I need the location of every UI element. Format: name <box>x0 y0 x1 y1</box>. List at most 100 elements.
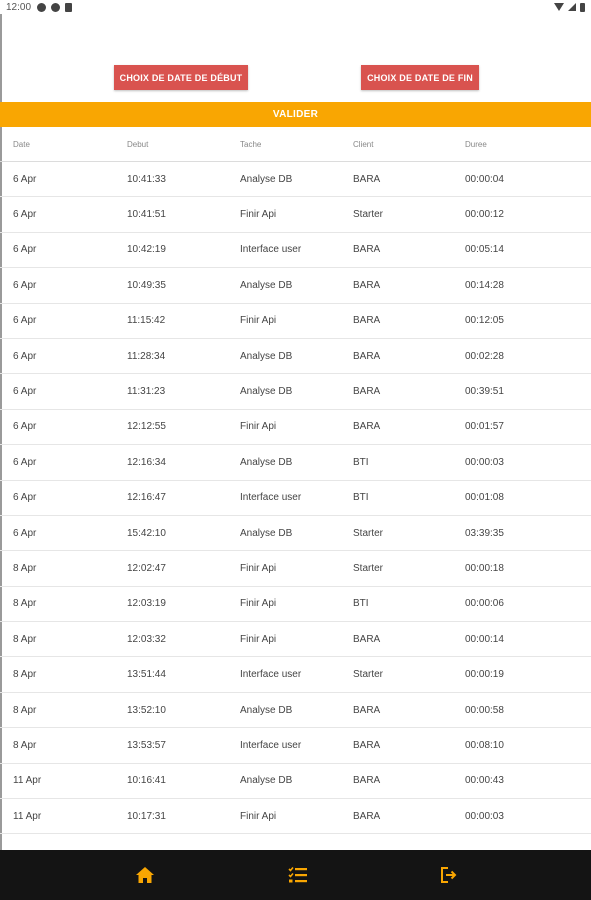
cell-date: 6 Apr <box>13 173 37 185</box>
cell-client: BTI <box>353 598 369 610</box>
header-start: Debut <box>127 139 149 149</box>
cell-client: BARA <box>353 386 381 398</box>
cell-start: 10:17:31 <box>127 810 166 822</box>
cell-client: BARA <box>353 633 381 645</box>
cell-duration: 00:14:28 <box>465 279 504 291</box>
home-icon <box>136 867 154 883</box>
status-bar: 12:00 <box>0 0 591 14</box>
cell-start: 11:28:34 <box>127 350 166 362</box>
header-client: Client <box>353 139 374 149</box>
table-row[interactable]: 11 Apr 10:17:31 Finir Api BARA 00:00:03 <box>0 799 591 835</box>
cell-client: BARA <box>353 810 381 822</box>
cell-duration: 00:00:58 <box>465 704 504 716</box>
cell-start: 12:16:34 <box>127 456 166 468</box>
table-row[interactable]: 11 Apr 10:16:41 Analyse DB BARA 00:00:43 <box>0 764 591 800</box>
cell-duration: 00:00:03 <box>465 456 504 468</box>
cell-date: 6 Apr <box>13 244 37 256</box>
table-row[interactable]: 8 Apr 12:02:47 Finir Api Starter 00:00:18 <box>0 551 591 587</box>
cell-start: 12:12:55 <box>127 421 166 433</box>
end-date-button[interactable]: CHOIX DE DATE DE FIN <box>361 65 479 90</box>
cell-date: 8 Apr <box>13 704 37 716</box>
table-row[interactable]: 6 Apr 10:42:19 Interface user BARA 00:05:14 <box>0 233 591 269</box>
cell-start: 11:15:42 <box>127 315 166 327</box>
table-row[interactable]: 6 Apr 15:42:10 Analyse DB Starter 03:39:35 <box>0 516 591 552</box>
cell-start: 10:49:35 <box>127 279 166 291</box>
cell-date: 6 Apr <box>13 386 37 398</box>
cell-date: 6 Apr <box>13 527 37 539</box>
table-header: Date Debut Tache Client Duree <box>0 127 591 162</box>
cell-duration: 00:00:14 <box>465 633 504 645</box>
cell-client: BARA <box>353 421 381 433</box>
table-row[interactable]: 6 Apr 11:31:23 Analyse DB BARA 00:39:51 <box>0 374 591 410</box>
cell-client: BARA <box>353 244 381 256</box>
nav-logout-button[interactable] <box>438 865 460 885</box>
start-date-button[interactable]: CHOIX DE DATE DE DÉBUT <box>114 65 248 90</box>
table-row[interactable]: 6 Apr 11:15:42 Finir Api BARA 00:12:05 <box>0 304 591 339</box>
cell-task: Finir Api <box>240 421 277 433</box>
cell-date: 11 Apr <box>13 775 42 787</box>
cell-task: Finir Api <box>240 209 277 221</box>
cell-task: Interface user <box>240 492 302 504</box>
cell-task: Finir Api <box>240 633 277 645</box>
cell-task: Analyse DB <box>240 775 293 787</box>
cell-duration: 00:00:12 <box>465 209 504 221</box>
cell-client: BTI <box>353 456 369 468</box>
nav-home-button[interactable] <box>134 865 156 885</box>
cell-task: Finir Api <box>240 562 277 574</box>
cell-task: Finir Api <box>240 598 277 610</box>
cell-date: 8 Apr <box>13 669 37 681</box>
cell-client: Starter <box>353 209 384 221</box>
cell-start: 12:03:19 <box>127 598 166 610</box>
cell-date: 8 Apr <box>13 598 37 610</box>
cell-task: Analyse DB <box>240 456 293 468</box>
cell-date: 6 Apr <box>13 315 37 327</box>
logout-icon <box>441 867 457 883</box>
table-row[interactable]: 8 Apr 13:53:57 Interface user BARA 00:08:10 <box>0 728 591 764</box>
table-row[interactable]: 6 Apr 11:28:34 Analyse DB BARA 00:02:28 <box>0 339 591 375</box>
cell-date: 8 Apr <box>13 633 37 645</box>
table-row[interactable]: 6 Apr 10:41:33 Analyse DB BARA 00:00:04 <box>0 162 591 198</box>
table-row[interactable]: 6 Apr 10:49:35 Analyse DB BARA 00:14:28 <box>0 268 591 304</box>
cell-date: 6 Apr <box>13 209 37 221</box>
cell-start: 15:42:10 <box>127 527 166 539</box>
cell-date: 6 Apr <box>13 421 37 433</box>
table-row[interactable]: 6 Apr 12:16:47 Interface user BTI 00:01:08 <box>0 481 591 516</box>
table-body: 6 Apr 10:41:33 Analyse DB BARA 00:00:04 6 Apr… <box>0 162 591 835</box>
sync-icon <box>51 2 61 12</box>
table-row[interactable]: 6 Apr 10:41:51 Finir Api Starter 00:00:12 <box>0 197 591 233</box>
cell-start: 12:02:47 <box>127 562 166 574</box>
nav-tasks-button[interactable] <box>287 865 309 885</box>
cell-client: BARA <box>353 704 381 716</box>
cell-start: 12:03:32 <box>127 633 166 645</box>
table-row[interactable]: 8 Apr 13:52:10 Analyse DB BARA 00:00:58 <box>0 693 591 729</box>
table-row[interactable]: 8 Apr 12:03:19 Finir Api BTI 00:00:06 <box>0 587 591 623</box>
table-row[interactable]: 6 Apr 12:12:55 Finir Api BARA 00:01:57 <box>0 410 591 446</box>
sim-card-icon <box>65 2 73 12</box>
table-row[interactable]: 8 Apr 13:51:44 Interface user Starter 00:00:… <box>0 657 591 693</box>
wifi-icon <box>554 3 564 11</box>
cell-duration: 00:08:10 <box>465 739 504 751</box>
cell-duration: 00:00:04 <box>465 173 504 185</box>
cell-task: Analyse DB <box>240 386 293 398</box>
validate-button[interactable]: VALIDER <box>0 102 591 127</box>
cell-client: BARA <box>353 315 381 327</box>
cell-start: 10:41:33 <box>127 173 166 185</box>
cell-duration: 00:00:19 <box>465 669 504 681</box>
cell-start: 12:16:47 <box>127 492 166 504</box>
task-list-icon <box>288 866 307 883</box>
table-row[interactable]: 6 Apr 12:16:34 Analyse DB BTI 00:00:03 <box>0 445 591 481</box>
cell-client: Starter <box>353 669 384 681</box>
cell-task: Analyse DB <box>240 350 293 362</box>
cell-date: 6 Apr <box>13 456 37 468</box>
cell-client: BTI <box>353 492 369 504</box>
cell-task: Analyse DB <box>240 279 293 291</box>
signal-icon <box>568 3 576 11</box>
cell-client: Starter <box>353 527 384 539</box>
cell-duration: 00:12:05 <box>465 315 504 327</box>
header-duration: Duree <box>465 139 487 149</box>
cell-duration: 00:00:43 <box>465 775 504 787</box>
table-row[interactable]: 8 Apr 12:03:32 Finir Api BARA 00:00:14 <box>0 622 591 658</box>
cell-client: BARA <box>353 279 381 291</box>
cell-task: Interface user <box>240 669 302 681</box>
cell-start: 10:16:41 <box>127 775 166 787</box>
